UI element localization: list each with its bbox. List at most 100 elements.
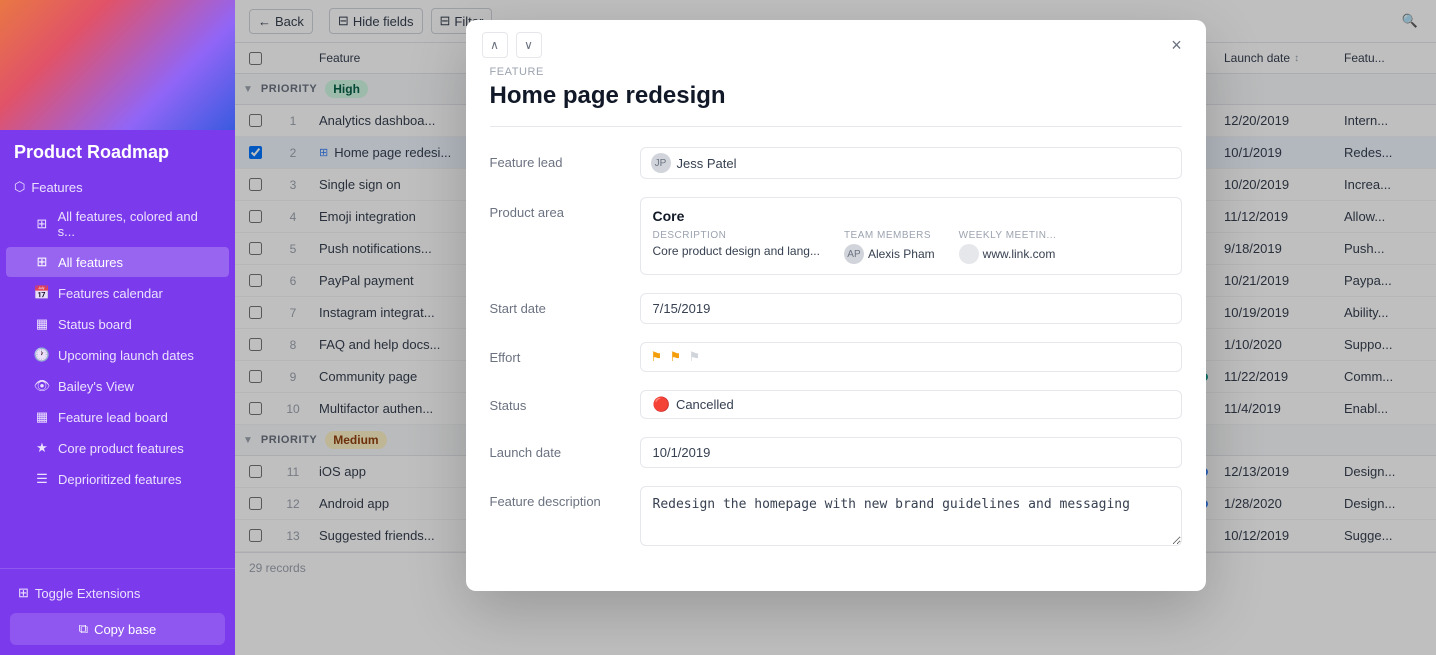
feature-lead-label: Feature lead bbox=[490, 147, 620, 170]
sidebar-item-label: Bailey's View bbox=[58, 379, 134, 394]
sidebar-item-label: Deprioritized features bbox=[58, 472, 182, 487]
desc-value: Core product design and lang... bbox=[653, 244, 820, 258]
status-badge[interactable]: 🔴 Cancelled bbox=[640, 390, 1182, 419]
sidebar-item-upcoming-launch[interactable]: 🕐 Upcoming launch dates bbox=[6, 340, 229, 370]
modal-title: Home page redesign bbox=[490, 82, 1182, 110]
extensions-icon: ⊞ bbox=[18, 585, 29, 601]
effort-flags[interactable]: ⚑ ⚑ ⚑ bbox=[640, 342, 1182, 372]
modal-close-button[interactable]: × bbox=[1164, 32, 1190, 58]
sidebar: Product Roadmap ⬡ Features ⊞ All feature… bbox=[0, 0, 235, 655]
sidebar-item-status-board[interactable]: ▦ Status board bbox=[6, 309, 229, 339]
calendar-icon: 📅 bbox=[34, 285, 50, 301]
launch-date-value bbox=[640, 437, 1182, 468]
star-icon: ★ bbox=[34, 440, 50, 456]
product-area-name: Core bbox=[653, 208, 1169, 224]
assignee-name: Jess Patel bbox=[677, 156, 737, 171]
main-content: ← Back ⊟ Hide fields ⊟ Filter 🔍 Feature bbox=[235, 0, 1436, 655]
feature-description-field: Feature description Redesign the homepag… bbox=[490, 486, 1182, 549]
product-area-field: Product area Core DESCRIPTION Core produ… bbox=[490, 197, 1182, 275]
flag-2-icon: ⚑ bbox=[670, 349, 686, 365]
sidebar-title: Product Roadmap bbox=[14, 142, 169, 162]
toggle-extensions-label: Toggle Extensions bbox=[35, 586, 141, 601]
status-field: Status 🔴 Cancelled bbox=[490, 390, 1182, 419]
sidebar-item-baileys-view[interactable]: 👁 Bailey's View bbox=[6, 371, 229, 401]
start-date-field: Start date bbox=[490, 293, 1182, 324]
grid-icon: ⊞ bbox=[34, 216, 50, 232]
effort-field: Effort ⚑ ⚑ ⚑ bbox=[490, 342, 1182, 372]
toggle-extensions-btn[interactable]: ⊞ Toggle Extensions bbox=[10, 579, 225, 607]
sidebar-section-label: Features bbox=[31, 180, 82, 195]
eye-icon: 👁 bbox=[34, 378, 50, 394]
modal-category: Feature bbox=[490, 66, 1182, 78]
chevron-up-icon: ∧ bbox=[490, 38, 499, 52]
sidebar-item-label: Features calendar bbox=[58, 286, 163, 301]
nav-up-button[interactable]: ∧ bbox=[482, 32, 508, 58]
copy-icon: ⧉ bbox=[79, 621, 88, 637]
modal-divider bbox=[490, 126, 1182, 127]
board-icon: ▦ bbox=[34, 409, 50, 425]
feature-description-textarea[interactable]: Redesign the homepage with new brand gui… bbox=[640, 486, 1182, 546]
avatar: JP bbox=[651, 153, 671, 173]
nav-down-button[interactable]: ∨ bbox=[516, 32, 542, 58]
status-text: Cancelled bbox=[676, 397, 734, 412]
feature-lead-value: JP Jess Patel bbox=[640, 147, 1182, 179]
launch-date-field: Launch date bbox=[490, 437, 1182, 468]
meeting-label: WEEKLY MEETIN... bbox=[959, 230, 1057, 241]
list-icon: ☰ bbox=[34, 471, 50, 487]
feature-description-value: Redesign the homepage with new brand gui… bbox=[640, 486, 1182, 549]
sidebar-footer: ⊞ Toggle Extensions ⧉ Copy base bbox=[0, 568, 235, 655]
sidebar-navigation: ⬡ Features ⊞ All features, colored and s… bbox=[0, 167, 235, 568]
sidebar-section-features[interactable]: ⬡ Features bbox=[0, 173, 235, 201]
hero-image bbox=[0, 0, 235, 130]
sidebar-item-label: All features bbox=[58, 255, 123, 270]
board-icon: ▦ bbox=[34, 316, 50, 332]
start-date-value bbox=[640, 293, 1182, 324]
launch-date-label: Launch date bbox=[490, 437, 620, 460]
sidebar-item-all-features-colored[interactable]: ⊞ All features, colored and s... bbox=[6, 202, 229, 246]
sidebar-hero bbox=[0, 0, 235, 130]
launch-date-input[interactable] bbox=[640, 437, 1182, 468]
meta-description: DESCRIPTION Core product design and lang… bbox=[653, 230, 820, 264]
assignee-tag[interactable]: JP Jess Patel bbox=[640, 147, 1182, 179]
start-date-input[interactable] bbox=[640, 293, 1182, 324]
modal-body: Feature Home page redesign Feature lead … bbox=[466, 58, 1206, 591]
flag-1-icon: ⚑ bbox=[651, 349, 667, 365]
team-label: TEAM MEMBERS bbox=[844, 230, 935, 241]
copy-base-button[interactable]: ⧉ Copy base bbox=[10, 613, 225, 645]
product-area-label: Product area bbox=[490, 197, 620, 220]
sidebar-title-area: Product Roadmap bbox=[0, 130, 235, 167]
product-area-card[interactable]: Core DESCRIPTION Core product design and… bbox=[640, 197, 1182, 275]
feature-lead-field: Feature lead JP Jess Patel bbox=[490, 147, 1182, 179]
meeting-avatar bbox=[959, 244, 979, 264]
sidebar-item-label: Upcoming launch dates bbox=[58, 348, 194, 363]
feature-description-label: Feature description bbox=[490, 486, 620, 509]
sidebar-item-feature-lead-board[interactable]: ▦ Feature lead board bbox=[6, 402, 229, 432]
modal-overlay: ∧ ∨ × Feature Home page redesign Feature… bbox=[235, 0, 1436, 655]
meeting-value: www.link.com bbox=[959, 244, 1057, 264]
start-date-label: Start date bbox=[490, 293, 620, 316]
sidebar-item-all-features[interactable]: ⊞ All features bbox=[6, 247, 229, 277]
meta-meeting: WEEKLY MEETIN... www.link.com bbox=[959, 230, 1057, 264]
meeting-link: www.link.com bbox=[983, 247, 1056, 261]
chevron-down-icon: ∨ bbox=[524, 38, 533, 52]
sidebar-item-deprioritized-features[interactable]: ☰ Deprioritized features bbox=[6, 464, 229, 494]
effort-value: ⚑ ⚑ ⚑ bbox=[640, 342, 1182, 372]
status-label: Status bbox=[490, 390, 620, 413]
sidebar-item-label: All features, colored and s... bbox=[58, 209, 215, 239]
effort-label: Effort bbox=[490, 342, 620, 365]
sidebar-item-core-product-features[interactable]: ★ Core product features bbox=[6, 433, 229, 463]
team-value: AP Alexis Pham bbox=[844, 244, 935, 264]
team-name: Alexis Pham bbox=[868, 247, 935, 261]
sidebar-item-features-calendar[interactable]: 📅 Features calendar bbox=[6, 278, 229, 308]
sidebar-item-label: Status board bbox=[58, 317, 132, 332]
detail-modal: ∧ ∨ × Feature Home page redesign Feature… bbox=[466, 20, 1206, 591]
modal-topbar: ∧ ∨ × bbox=[466, 20, 1206, 58]
product-area-value: Core DESCRIPTION Core product design and… bbox=[640, 197, 1182, 275]
status-value: 🔴 Cancelled bbox=[640, 390, 1182, 419]
cancelled-icon: 🔴 bbox=[653, 396, 670, 413]
sidebar-item-label: Core product features bbox=[58, 441, 184, 456]
meta-team: TEAM MEMBERS AP Alexis Pham bbox=[844, 230, 935, 264]
desc-label: DESCRIPTION bbox=[653, 230, 820, 241]
sidebar-item-label: Feature lead board bbox=[58, 410, 168, 425]
team-avatar: AP bbox=[844, 244, 864, 264]
